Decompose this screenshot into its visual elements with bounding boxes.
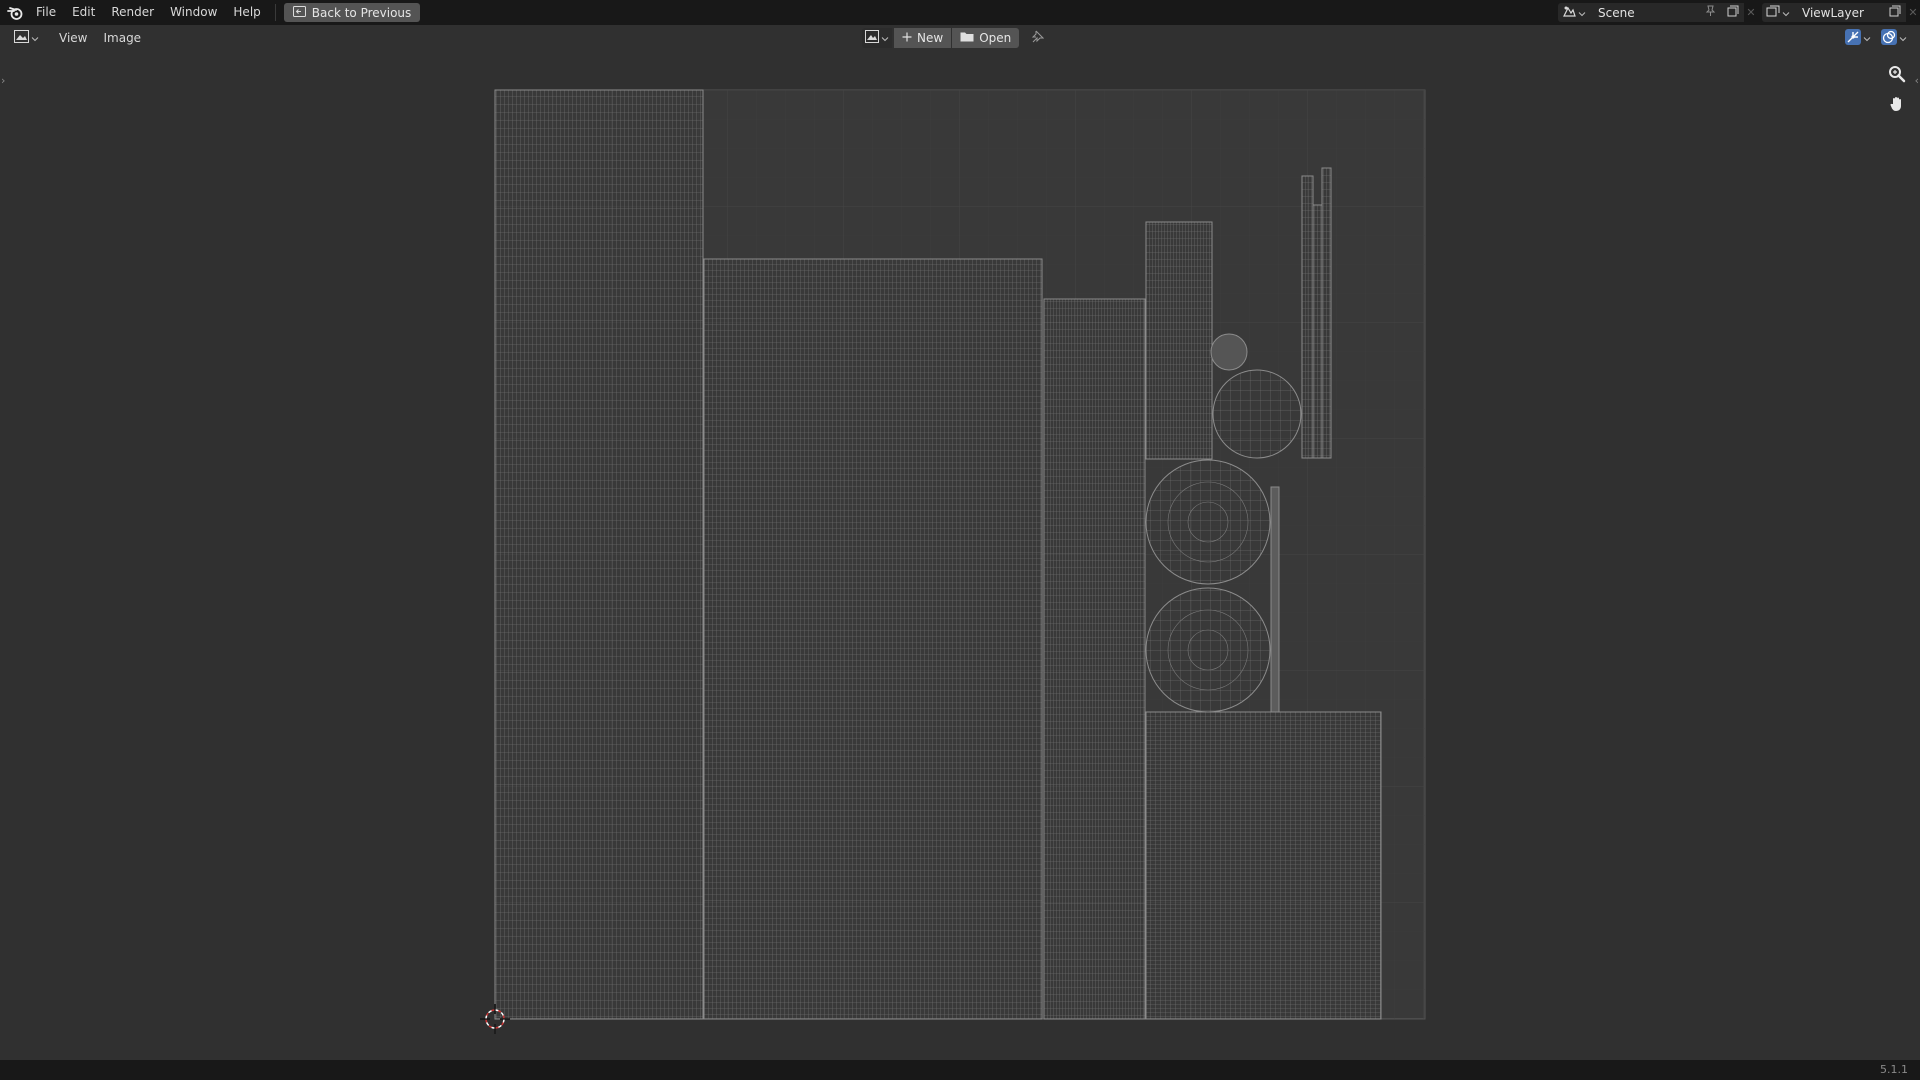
menu-help[interactable]: Help [225, 0, 268, 25]
uv-island[interactable] [1145, 459, 1271, 585]
delete-view-layer-close-icon[interactable]: ✕ [1906, 3, 1920, 22]
chevron-down-icon [881, 31, 889, 45]
menu-image[interactable]: Image [95, 31, 149, 45]
chevron-down-icon [31, 31, 39, 45]
back-to-previous-icon [292, 5, 306, 20]
scene-icon [1562, 5, 1576, 21]
scene-name: Scene [1598, 5, 1635, 20]
back-to-previous-button[interactable]: Back to Previous [283, 3, 421, 22]
menu-render[interactable]: Render [103, 0, 162, 25]
uv-island[interactable] [1043, 298, 1146, 1020]
folder-icon [960, 31, 974, 45]
chevron-down-icon [1578, 6, 1586, 20]
hand-icon[interactable] [1886, 93, 1908, 115]
image-editor-header: View Image New Open [0, 25, 1920, 51]
uv-island[interactable] [1145, 587, 1271, 713]
image-datablock-controls: New Open [862, 28, 1045, 48]
scene-name-field[interactable]: Scene [1590, 3, 1722, 22]
menu-view[interactable]: View [51, 31, 95, 45]
editor-type-selector[interactable] [10, 28, 43, 48]
top-right-controls: Scene ✕ ViewLayer ✕ [1558, 0, 1920, 25]
uv-island[interactable] [703, 258, 1043, 1020]
gizmo-toggle[interactable] [1842, 28, 1874, 48]
browse-image-dropdown[interactable] [862, 28, 892, 48]
uv-island[interactable] [1321, 167, 1332, 459]
scene-selector[interactable] [1558, 3, 1590, 22]
overlays-toggle[interactable] [1878, 28, 1910, 48]
uv-canvas[interactable] [0, 51, 1920, 1060]
menu-separator [274, 4, 276, 21]
menu-edit[interactable]: Edit [64, 0, 103, 25]
view-layer-name: ViewLayer [1802, 5, 1864, 20]
uv-editor-viewport[interactable]: › ‹ [0, 51, 1920, 1060]
view-layer-selector[interactable] [1762, 3, 1794, 22]
uv-island[interactable] [1312, 204, 1323, 459]
new-view-layer-button[interactable] [1884, 3, 1906, 22]
menu-window[interactable]: Window [162, 0, 225, 25]
open-image-button[interactable]: Open [952, 28, 1020, 48]
delete-scene-close-icon[interactable]: ✕ [1744, 3, 1758, 22]
top-bar: File Edit Render Window Help Back to Pre… [0, 0, 1920, 25]
menu-file[interactable]: File [28, 0, 64, 25]
version-label: 5.1.1 [1880, 1063, 1908, 1076]
uv-island[interactable] [494, 89, 704, 1020]
uv-island[interactable] [1145, 221, 1213, 460]
status-bar: 5.1.1 [0, 1060, 1920, 1080]
gizmo-icon [1845, 28, 1861, 48]
open-image-label: Open [979, 31, 1012, 45]
uv-island[interactable] [1301, 175, 1314, 459]
uv-island[interactable] [1210, 333, 1248, 371]
pin-icon[interactable] [1705, 5, 1716, 20]
uv-island[interactable] [1145, 711, 1382, 1020]
uv-island[interactable] [1212, 369, 1302, 459]
header-right-controls [1842, 28, 1910, 48]
blender-logo-icon[interactable] [2, 0, 28, 25]
render-layers-icon [1766, 5, 1780, 20]
duplicate-icon [1727, 5, 1739, 20]
new-image-button[interactable]: New [894, 28, 952, 48]
pin-image-button[interactable] [1031, 30, 1045, 47]
overlays-icon [1881, 28, 1897, 48]
chevron-down-icon[interactable] [1899, 31, 1907, 45]
back-to-previous-label: Back to Previous [311, 5, 412, 20]
uv-island[interactable] [1270, 486, 1280, 713]
chevron-down-icon[interactable] [1863, 31, 1871, 45]
duplicate-icon [1889, 5, 1901, 20]
zoom-icon[interactable] [1886, 63, 1908, 85]
new-image-label: New [917, 31, 944, 45]
image-editor-icon [14, 30, 29, 46]
pin-icon [1031, 30, 1045, 47]
image-icon [865, 30, 879, 46]
new-scene-button[interactable] [1722, 3, 1744, 22]
chevron-down-icon [1782, 6, 1790, 20]
view-layer-name-field[interactable]: ViewLayer [1794, 3, 1884, 22]
plus-icon [902, 31, 912, 45]
